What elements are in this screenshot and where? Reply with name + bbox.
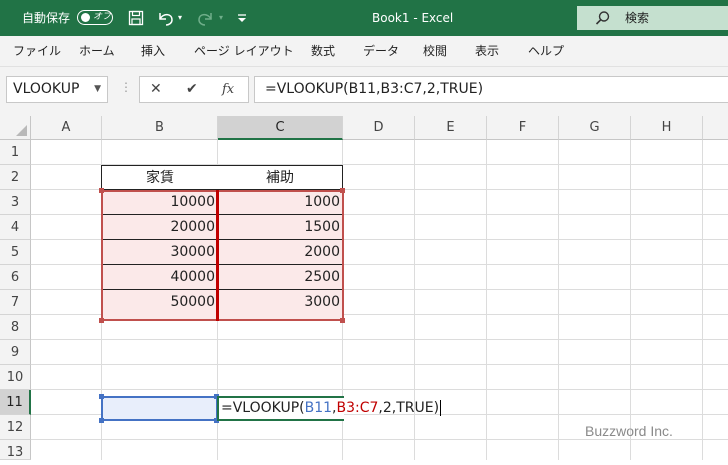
redo-dropdown-icon: ▾ — [219, 13, 224, 22]
column-header-d[interactable]: D — [343, 116, 415, 140]
gridline — [31, 389, 728, 390]
tab-file[interactable]: ファイル — [13, 36, 61, 66]
formula-rest: ,2,TRUE) — [378, 400, 440, 416]
cancel-icon[interactable]: ✕ — [150, 77, 162, 102]
referenced-range-outline — [101, 190, 344, 321]
row-header-12[interactable]: 12 — [0, 415, 31, 440]
toggle-knob-icon — [81, 13, 90, 22]
row-header-6[interactable]: 6 — [0, 265, 31, 290]
watermark: Buzzword Inc. — [585, 423, 673, 439]
tab-view[interactable]: 表示 — [475, 36, 499, 66]
formula-input[interactable]: =VLOOKUP(B11,B3:C7,2,TRUE) — [254, 76, 728, 103]
range-handle-icon[interactable] — [340, 318, 345, 323]
column-header-c[interactable]: C — [218, 116, 343, 140]
formula-prefix: =VLOOKUP( — [221, 400, 305, 416]
row-header-5[interactable]: 5 — [0, 240, 31, 265]
tab-help[interactable]: ヘルプ — [528, 36, 564, 66]
formula-ref-range: B3:C7 — [336, 400, 379, 416]
select-all-triangle-icon — [16, 125, 27, 136]
row-header-9[interactable]: 9 — [0, 340, 31, 365]
cell-c11-formula[interactable]: =VLOOKUP(B11,B3:C7,2,TRUE) — [221, 396, 442, 421]
cell-b11-reference[interactable] — [101, 396, 218, 421]
range-handle-icon[interactable] — [99, 318, 104, 323]
tab-insert[interactable]: 挿入 — [141, 36, 165, 66]
gridline — [31, 339, 728, 340]
text-cursor — [440, 400, 442, 416]
document-title: Book1 - Excel — [372, 11, 454, 25]
customize-toolbar-icon[interactable] — [236, 12, 248, 24]
row-header-13[interactable]: 13 — [0, 440, 31, 460]
autosave-label: 自動保存 — [22, 11, 71, 25]
save-icon[interactable] — [128, 10, 144, 26]
select-all-button[interactable] — [0, 116, 31, 140]
row-header-1[interactable]: 1 — [0, 140, 31, 165]
cell-b2[interactable]: 家賃 — [101, 165, 219, 190]
splitter-grip-icon[interactable]: ⋮ — [120, 80, 132, 94]
name-box-value: VLOOKUP — [13, 81, 80, 97]
column-header-h[interactable]: H — [631, 116, 703, 140]
row-header-7[interactable]: 7 — [0, 290, 31, 315]
b11-handle-icon[interactable] — [99, 418, 104, 423]
b11-handle-icon[interactable] — [99, 394, 104, 399]
column-header-a[interactable]: A — [31, 116, 102, 140]
title-bar: 自動保存 オフ ▾ ▾ Book1 - Excel 検索 — [0, 0, 728, 36]
name-box-dropdown-icon[interactable]: ▼ — [94, 77, 101, 102]
range-handle-icon[interactable] — [340, 188, 345, 193]
column-header-overflow — [703, 116, 728, 140]
enter-checkmark-icon[interactable]: ✔ — [186, 77, 198, 102]
tab-data[interactable]: データ — [363, 36, 399, 66]
tab-review[interactable]: 校閲 — [423, 36, 447, 66]
column-header-f[interactable]: F — [487, 116, 559, 140]
undo-dropdown-icon[interactable]: ▾ — [178, 0, 182, 36]
tab-home[interactable]: ホーム — [79, 36, 115, 66]
search-box[interactable]: 検索 — [577, 6, 728, 30]
column-header-b[interactable]: B — [102, 116, 218, 140]
row-header-3[interactable]: 3 — [0, 190, 31, 215]
gridline — [702, 140, 703, 460]
gridline — [31, 364, 728, 365]
row-header-4[interactable]: 4 — [0, 215, 31, 240]
gridline — [630, 140, 631, 460]
name-box[interactable]: VLOOKUP ▼ — [6, 76, 108, 103]
tab-formulas[interactable]: 数式 — [311, 36, 335, 66]
search-placeholder: 検索 — [625, 11, 650, 25]
search-icon — [595, 11, 610, 25]
gridline — [31, 439, 728, 440]
row-header-10[interactable]: 10 — [0, 365, 31, 390]
column-header-e[interactable]: E — [415, 116, 487, 140]
formula-ref-b11: B11 — [304, 400, 333, 416]
spreadsheet-grid[interactable]: A B C D E F G H 1 2 3 4 5 6 7 8 9 10 11 … — [0, 116, 728, 460]
ribbon-tabs: ファイル ホーム 挿入 ページ レイアウト 数式 データ 校閲 表示 ヘルプ — [0, 36, 728, 67]
insert-function-icon[interactable]: fx — [222, 77, 234, 102]
range-handle-icon[interactable] — [99, 188, 104, 193]
formula-buttons: ✕ ✔ fx — [139, 76, 249, 103]
redo-icon — [198, 13, 212, 26]
formula-bar-area: VLOOKUP ▼ ⋮ ✕ ✔ fx =VLOOKUP(B11,B3:C7,2,… — [0, 67, 728, 116]
autosave-toggle[interactable]: オフ — [77, 10, 113, 25]
gridline — [486, 140, 487, 460]
autosave-toggle-label: オフ — [93, 12, 112, 22]
undo-icon[interactable] — [155, 9, 175, 27]
row-header-8[interactable]: 8 — [0, 315, 31, 340]
gridline — [558, 140, 559, 460]
row-header-11[interactable]: 11 — [0, 390, 31, 415]
cell-c2[interactable]: 補助 — [218, 165, 343, 190]
column-header-g[interactable]: G — [559, 116, 631, 140]
row-header-2[interactable]: 2 — [0, 165, 31, 190]
tab-page-layout[interactable]: ページ レイアウト — [194, 36, 294, 66]
referenced-range-divider — [216, 190, 219, 321]
